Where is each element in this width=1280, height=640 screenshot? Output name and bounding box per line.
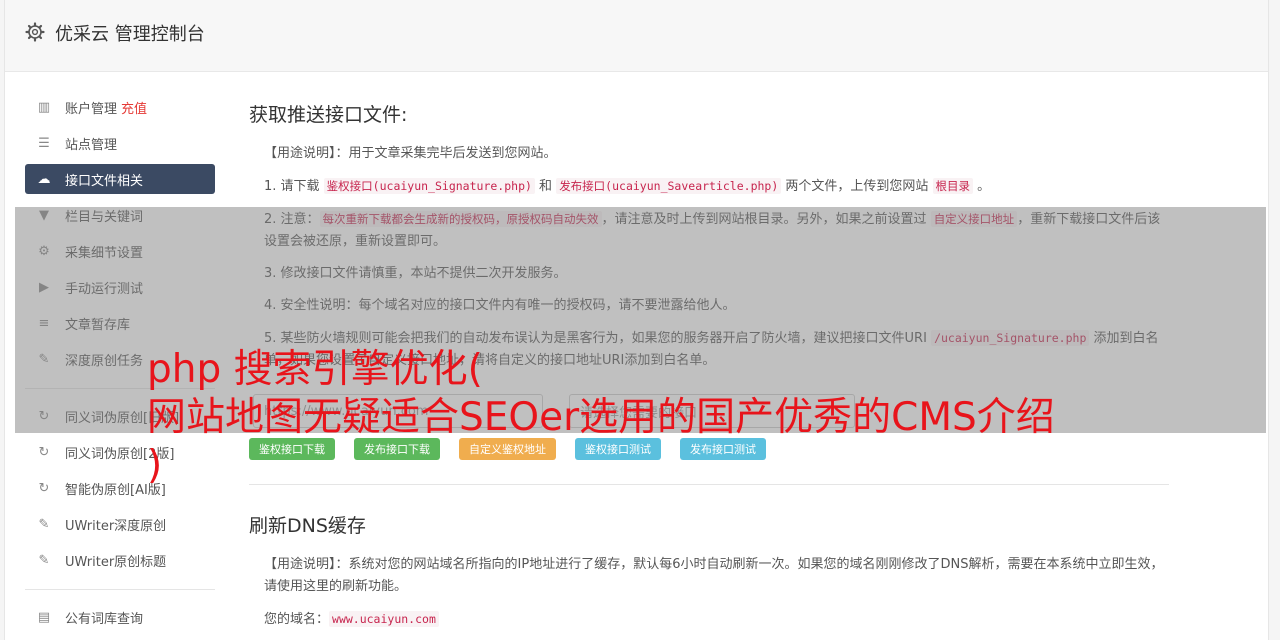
warning-code: 每次重新下载都会生成新的授权码，原授权码自动失效 xyxy=(319,211,602,227)
edit-icon: ✎ xyxy=(38,351,50,367)
instruction-4: 4. 安全性说明：每个域名对应的接口文件内有唯一的授权码，请不要泄露给他人。 xyxy=(264,298,736,313)
filter-icon: ▼ xyxy=(39,207,49,223)
usage-text: 用于文章采集完毕后发送到您网站。 xyxy=(348,146,557,161)
text: 1. 请下载 xyxy=(264,179,324,194)
domain-label: 您的域名： xyxy=(264,612,330,627)
sidebar-item-public-lexicon[interactable]: ▤ 公有词库查询 xyxy=(25,602,215,632)
sidebar-item-label: 栏目与关键词 xyxy=(65,209,144,225)
sidebar-item-uwriter-title[interactable]: ✎ UWriter原创标题 xyxy=(25,545,215,575)
sidebar-item-sites[interactable]: ☰ 站点管理 xyxy=(25,128,215,158)
app-window: 优采云 管理控制台 ▥ 账户管理 充值 ☰ 站点管理 ☁ 接口文件相关 ▼ 栏目… xyxy=(4,0,1269,640)
instruction-3: 3. 修改接口文件请慎重，本站不提供二次开发服务。 xyxy=(264,266,567,281)
text: 和 xyxy=(534,179,557,194)
section-title-interface-files: 获取推送接口文件: xyxy=(249,104,408,126)
gear-icon xyxy=(25,22,45,42)
sidebar-item-interface-files[interactable]: ☁ 接口文件相关 xyxy=(25,164,215,194)
signature-file-link[interactable]: 鉴权接口(ucaiyun_Signature.php) xyxy=(323,178,535,194)
sidebar-item-account[interactable]: ▥ 账户管理 充值 xyxy=(25,92,215,122)
sidebar-item-uwriter-deep[interactable]: ✎ UWriter深度原创 xyxy=(25,509,215,539)
sidebar-item-label: 公有词库查询 xyxy=(65,611,144,627)
cloud-upload-icon: ☁ xyxy=(37,171,51,187)
overlay-line-2: 网站地图无疑适合SEOer选用的国产优秀的CMS介绍 xyxy=(147,395,1055,440)
dns-usage-description: 【用途说明】：系统对您的网站域名所指向的IP地址进行了缓存，默认每6小时自动刷新… xyxy=(249,554,1169,598)
domain-row: 您的域名： www.ucaiyun.com xyxy=(249,608,1169,631)
sidebar-item-label: UWriter原创标题 xyxy=(65,554,167,570)
sidebar-item-columns-keywords[interactable]: ▼ 栏目与关键词 xyxy=(25,200,215,230)
text: 两个文件，上传到您网站 xyxy=(781,179,933,194)
text: ，请注意及时上传到网站根目录。另外，如果之前设置过 xyxy=(601,212,931,227)
sidebar-item-article-storage[interactable]: ≡ 文章暂存库 xyxy=(25,308,215,338)
sidebar-item-label: 接口文件相关 xyxy=(65,173,144,189)
page-title: 优采云 管理控制台 xyxy=(55,24,205,45)
sidebar-item-label: UWriter深度原创 xyxy=(65,518,167,534)
domain-value: www.ucaiyun.com xyxy=(329,611,439,627)
refresh-icon: ↻ xyxy=(38,480,50,496)
cogs-icon: ⚙ xyxy=(38,243,50,259)
sidebar-item-label: 采集细节设置 xyxy=(65,245,144,261)
bar-chart-icon: ▥ xyxy=(37,99,51,115)
sidebar-item-collect-settings[interactable]: ⚙ 采集细节设置 xyxy=(25,236,215,266)
overlay-headline: php 搜索引擎优化( 网站地图无疑适合SEOer选用的国产优秀的CMS介绍 ) xyxy=(147,346,1055,490)
server-icon: ☰ xyxy=(38,135,50,151)
section-title-dns: 刷新DNS缓存 xyxy=(249,515,366,537)
play-circle-icon: ▶ xyxy=(39,279,49,295)
savearticle-file-link[interactable]: 发布接口(ucaiyun_Savearticle.php) xyxy=(556,178,782,194)
uri-code: /ucaiyun_Signature.php xyxy=(931,330,1090,346)
overlay-line-1: php 搜索引擎优化( xyxy=(147,347,483,392)
root-dir-code: 根目录 xyxy=(932,178,974,194)
text: 2. 注意： xyxy=(264,212,320,227)
usage-label: 【用途说明】： xyxy=(264,146,349,161)
instruction-1: 1. 请下载 鉴权接口(ucaiyun_Signature.php) 和 发布接… xyxy=(249,175,1169,198)
sidebar-item-label: 账户管理 xyxy=(65,101,118,117)
text: 5. 某些防火墙规则可能会把我们的自动发布误认为是黑客行为，如果您的服务器开启了… xyxy=(264,331,932,346)
instruction-2: 2. 注意： 每次重新下载都会生成新的授权码，原授权码自动失效 ，请注意及时上传到网… xyxy=(249,208,1169,253)
database-icon: ≡ xyxy=(38,315,50,331)
usage-description: 【用途说明】：用于文章采集完毕后发送到您网站。 xyxy=(249,143,1169,165)
overlay-line-3: ) xyxy=(147,443,163,488)
book-icon: ▤ xyxy=(37,609,51,625)
text: 。 xyxy=(973,179,991,194)
usage-text: 系统对您的网站域名所指向的IP地址进行了缓存，默认每6小时自动刷新一次。如果您的… xyxy=(264,557,1164,594)
edit-icon: ✎ xyxy=(38,516,50,532)
usage-label: 【用途说明】： xyxy=(264,557,349,572)
recharge-link[interactable]: 充值 xyxy=(121,98,147,117)
sidebar-item-label: 深度原创任务 xyxy=(65,353,144,369)
refresh-icon: ↻ xyxy=(38,444,50,460)
refresh-icon: ↻ xyxy=(38,408,50,424)
top-header: 优采云 管理控制台 xyxy=(5,0,1268,72)
sidebar-item-label: 文章暂存库 xyxy=(65,317,131,333)
sidebar-item-label: 手动运行测试 xyxy=(65,281,144,297)
edit-icon: ✎ xyxy=(38,552,50,568)
custom-address-code: 自定义接口地址 xyxy=(930,211,1018,227)
sidebar-divider xyxy=(25,589,215,590)
sidebar-item-manual-run[interactable]: ▶ 手动运行测试 xyxy=(25,272,215,302)
sidebar-item-label: 站点管理 xyxy=(65,137,118,153)
